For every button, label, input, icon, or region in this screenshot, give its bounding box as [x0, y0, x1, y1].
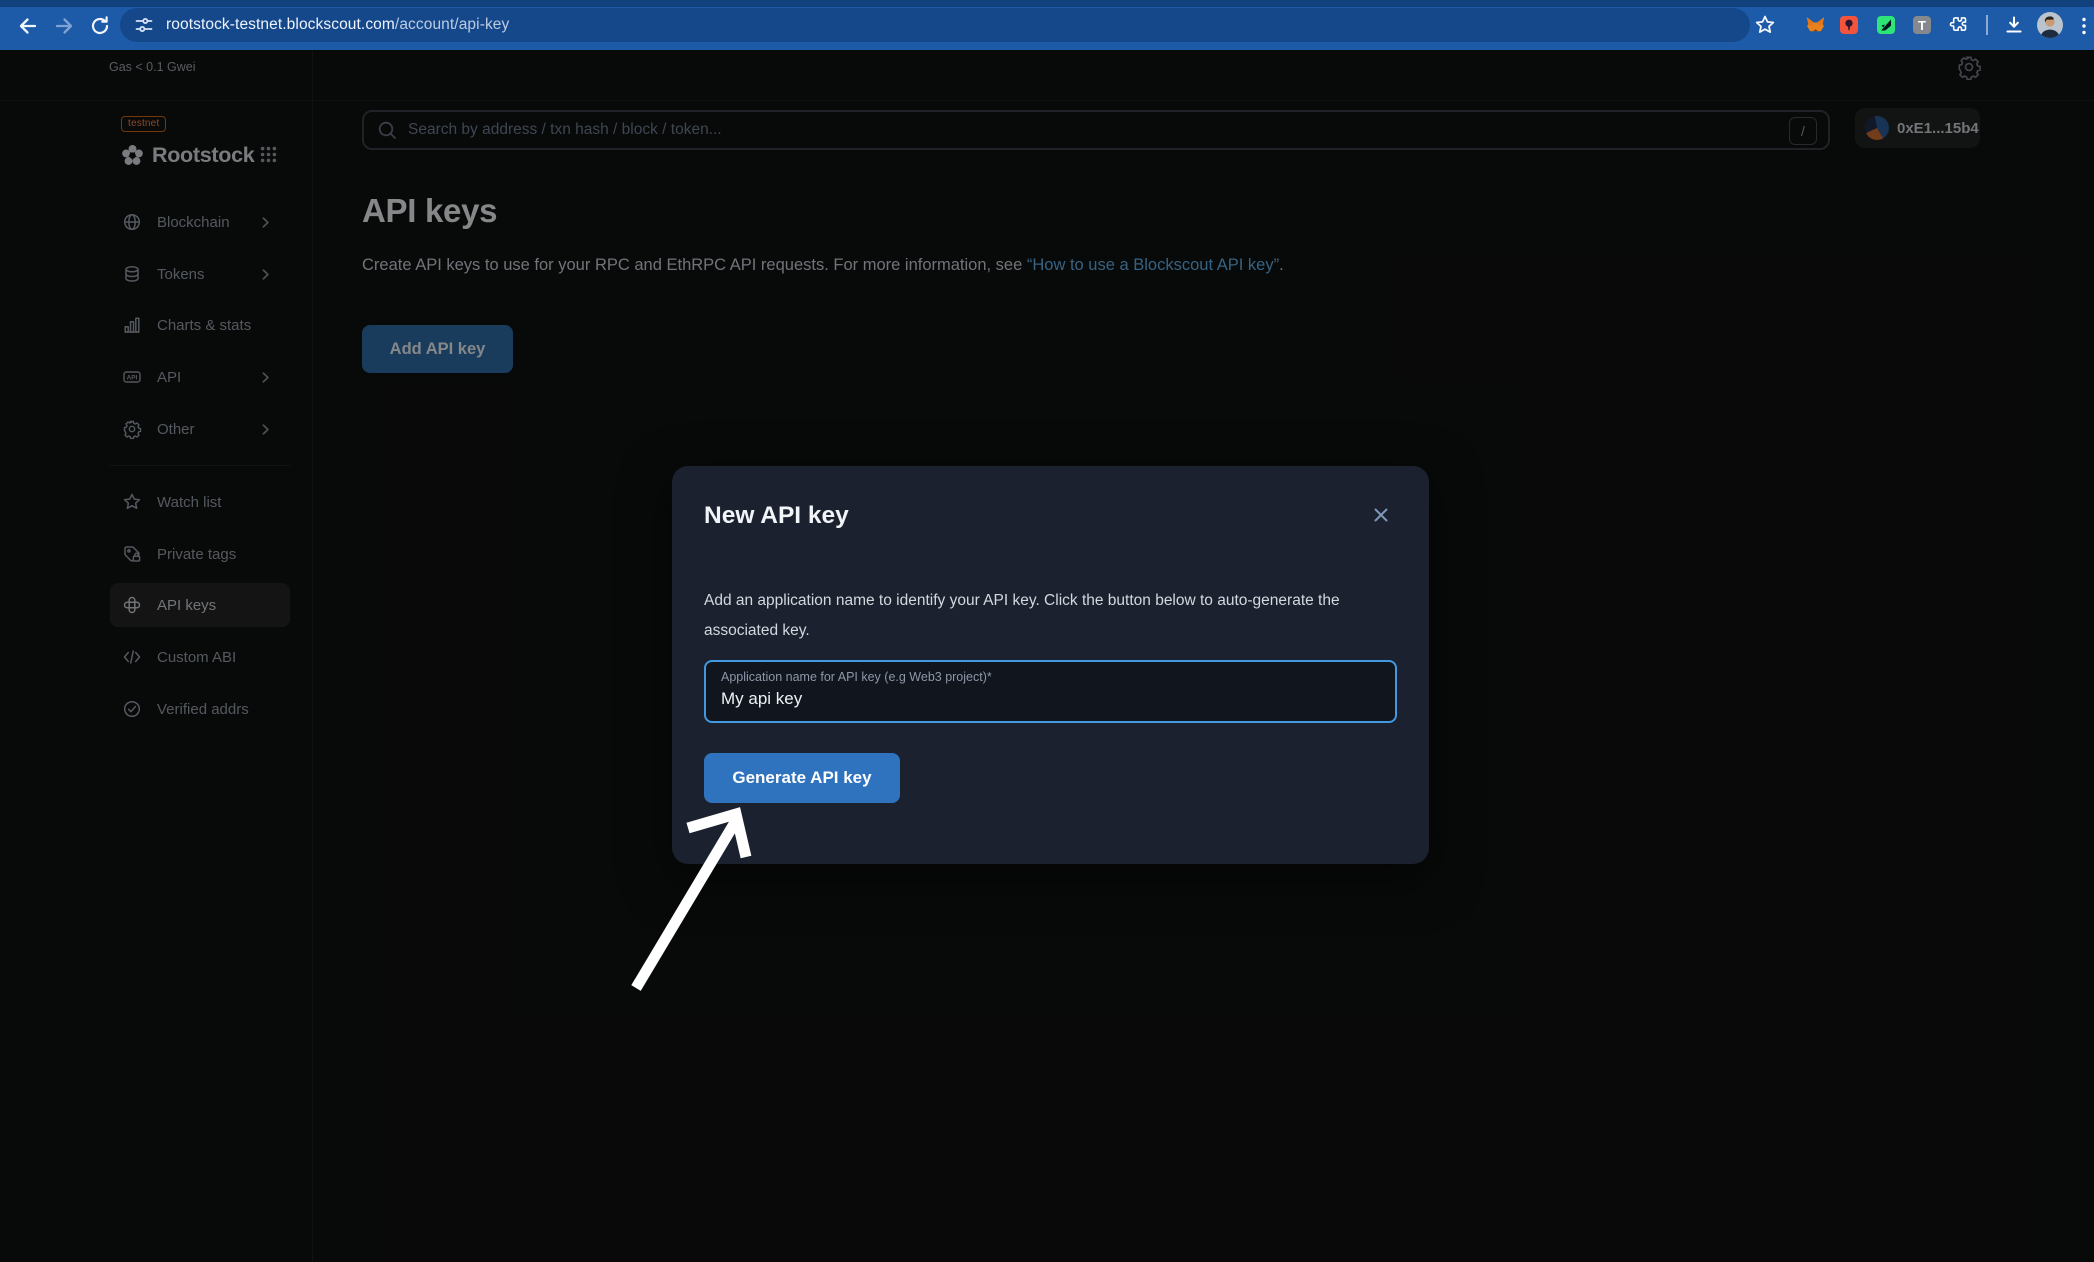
close-icon[interactable]	[1370, 504, 1392, 526]
modal-description: Add an application name to identify your…	[704, 586, 1372, 647]
t-extension-icon[interactable]: T	[1913, 16, 1931, 34]
url-path: /account/api-key	[395, 16, 509, 33]
new-api-key-modal: New API key Add an application name to i…	[672, 466, 1429, 864]
back-icon[interactable]	[16, 14, 40, 38]
url-text: rootstock-testnet.blockscout.com/account…	[166, 16, 509, 34]
forward-icon[interactable]	[52, 14, 76, 38]
red-extension-icon[interactable]	[1840, 16, 1858, 34]
site-info-icon[interactable]	[133, 14, 155, 36]
browser-toolbar: rootstock-testnet.blockscout.com/account…	[0, 0, 2094, 50]
t-extension-letter: T	[1918, 18, 1926, 33]
field-label: Application name for API key (e.g Web3 p…	[721, 670, 992, 684]
url-domain: rootstock-testnet.blockscout.com	[166, 16, 395, 33]
metamask-extension-icon[interactable]	[1805, 15, 1826, 35]
window-top-strip	[0, 0, 2094, 7]
reload-icon[interactable]	[88, 14, 112, 38]
green-extension-icon[interactable]	[1877, 16, 1895, 34]
browser-menu-icon[interactable]	[2072, 14, 2094, 38]
extensions-puzzle-icon[interactable]	[1948, 14, 1969, 35]
download-icon[interactable]	[2002, 13, 2026, 37]
toolbar-divider	[1986, 15, 1988, 35]
browser-profile-avatar[interactable]	[2037, 12, 2063, 38]
modal-title: New API key	[704, 502, 849, 530]
address-bar[interactable]: rootstock-testnet.blockscout.com/account…	[120, 8, 1750, 42]
generate-api-key-button[interactable]: Generate API key	[704, 753, 900, 803]
application-name-field[interactable]: Application name for API key (e.g Web3 p…	[704, 660, 1397, 723]
field-value: My api key	[721, 689, 802, 709]
bookmark-star-icon[interactable]	[1753, 13, 1777, 37]
